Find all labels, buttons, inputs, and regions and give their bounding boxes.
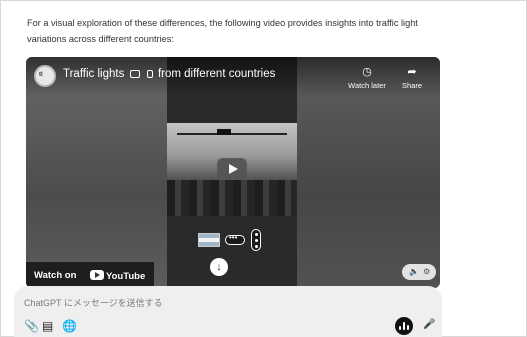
dots-emoji-icon (129, 69, 140, 78)
video-title-end: from different countries (157, 68, 276, 80)
youtube-play-icon (90, 270, 104, 280)
watch-later-button[interactable]: ◷ Watch later (344, 65, 390, 90)
share-arrow-icon: ➦ (407, 66, 417, 78)
watch-on-label: Watch on (34, 270, 77, 281)
play-button[interactable] (217, 158, 247, 180)
scroll-down-icon[interactable]: ↓ (210, 258, 228, 276)
share-button[interactable]: ➦ Share (395, 65, 429, 90)
youtube-embed[interactable]: tl Traffic lights from different countri… (26, 57, 440, 288)
flag-icon (198, 233, 220, 247)
watch-later-label: Watch later (348, 81, 386, 90)
youtube-wordmark: YouTube (106, 271, 146, 282)
traffic-light-emoji-icon (146, 69, 153, 78)
voice-mode-button[interactable] (395, 317, 413, 335)
composer-placeholder[interactable]: ChatGPT にメッセージを送信する (24, 296, 163, 309)
settings-gear-icon[interactable]: ⚙ (423, 267, 430, 276)
video-controls-pill[interactable]: 🔈 ⚙ (402, 264, 436, 280)
tools-icon[interactable]: ▤ (42, 319, 53, 333)
watch-on-youtube-button[interactable]: Watch on YouTube (26, 262, 154, 288)
dots-emoji-icon (225, 233, 245, 245)
microphone-icon[interactable]: 🎤 (423, 319, 435, 330)
youtube-logo: YouTube (90, 270, 145, 282)
mute-icon[interactable]: 🔈 (409, 267, 419, 276)
clock-icon: ◷ (362, 66, 372, 78)
video-title-start: Traffic lights (63, 68, 125, 80)
traffic-light-icon (251, 229, 261, 251)
share-label: Share (401, 81, 422, 90)
video-title[interactable]: Traffic lights from different countries (63, 68, 275, 80)
paperclip-icon[interactable]: 📎 (24, 319, 39, 333)
channel-avatar[interactable]: tl (34, 65, 56, 87)
assistant-message-text: For a visual exploration of these differ… (27, 18, 418, 44)
globe-icon[interactable]: 🌐 (62, 319, 77, 333)
message-composer[interactable]: ChatGPT にメッセージを送信する 📎 ▤ 🌐 🎤 (14, 286, 442, 337)
chat-page: For a visual exploration of these differ… (0, 0, 527, 337)
